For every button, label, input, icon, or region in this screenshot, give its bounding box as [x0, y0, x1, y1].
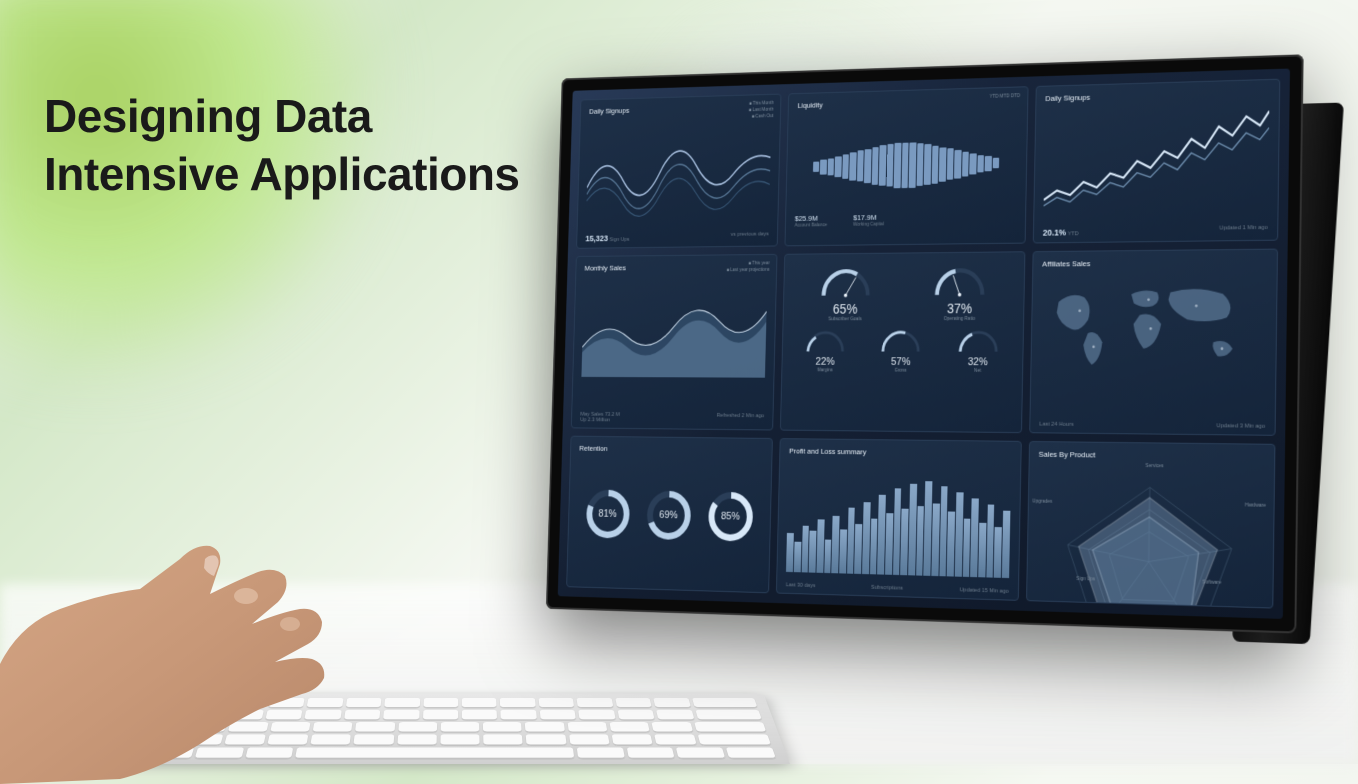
- panel-footer: May Sales 73.2 MUp 2.3 Million Refreshed…: [580, 412, 764, 425]
- panel-legend: YTD MTD DTD: [989, 93, 1020, 101]
- gauge-subscriber: 65% Subscriber Goals: [810, 265, 881, 322]
- panel-daily-signups-trend: Daily Signups 20.1% YTD Updated 1 Min ag…: [1033, 79, 1281, 244]
- panel-profit-loss: Profit and Loss summary Last 30 days Sub…: [776, 438, 1022, 601]
- panel-footer: 15,323 Sign Ups vs previous days: [585, 231, 768, 243]
- gauge-margins: 22% Margins: [799, 328, 852, 374]
- panel-title: Retention: [579, 444, 763, 455]
- panel-title: Daily Signups: [1045, 88, 1269, 103]
- panel-title: Liquidity: [797, 95, 1018, 110]
- page-title: Designing Data Intensive Applications: [44, 88, 520, 203]
- panel-monthly-sales: Monthly Sales ■ This year ■ Last year pr…: [571, 254, 778, 431]
- panel-liquidity: Liquidity YTD MTD DTD $25.9MAccount Bala…: [785, 86, 1029, 246]
- panel-title: Daily Signups: [589, 102, 772, 115]
- panel-retention: Retention 81% 69% 85%: [566, 436, 773, 593]
- line-chart: [1043, 102, 1269, 221]
- bar-chart: [786, 462, 1011, 578]
- kpi-row: $25.9MAccount Balance $17.9MWorking Capi…: [795, 211, 1016, 228]
- panel-footer: Last 24 Hours Updated 3 Min ago: [1039, 422, 1265, 430]
- panel-gauges: 65% Subscriber Goals 37% Operating Ratio: [780, 251, 1025, 433]
- donut-3: 85%: [706, 490, 755, 544]
- donut-1: 81%: [584, 488, 632, 541]
- gauge-grid: 65% Subscriber Goals 37% Operating Ratio: [791, 260, 1015, 374]
- gauge-net: 32% Net: [951, 327, 1006, 373]
- title-line-1: Designing Data: [44, 90, 372, 142]
- hand-illustration: [0, 464, 380, 784]
- panel-title: Affiliates Sales: [1042, 257, 1267, 268]
- panel-legend: ■ This year ■ Last year projections: [726, 260, 769, 273]
- dashboard-screen: Daily Signups ■ This Month ■ Last Month …: [558, 69, 1290, 619]
- tablet-device: Daily Signups ■ This Month ■ Last Month …: [546, 54, 1304, 633]
- bar-chart: [795, 110, 1018, 218]
- panel-title: Profit and Loss summary: [789, 447, 1011, 459]
- donut-2: 69%: [644, 489, 692, 542]
- title-line-2: Intensive Applications: [44, 148, 520, 200]
- world-map: [1040, 273, 1268, 415]
- gauge-operating: 37% Operating Ratio: [923, 264, 996, 322]
- panel-footer: 20.1% YTD Updated 1 Min ago: [1043, 225, 1268, 238]
- area-chart: [581, 275, 768, 409]
- radar-chart: Services Hardware Software Sign Ups Upgr…: [1036, 464, 1264, 585]
- panel-title: Sales By Product: [1039, 450, 1265, 462]
- panel-affiliates: Affiliates Sales: [1029, 248, 1278, 436]
- tablet-bezel: Daily Signups ■ This Month ■ Last Month …: [546, 54, 1304, 633]
- panel-footer: Last 30 days Subscriptions Updated 15 Mi…: [786, 582, 1009, 594]
- panel-sales-product: Sales By Product Services Hardware: [1026, 441, 1276, 608]
- panel-daily-signups: Daily Signups ■ This Month ■ Last Month …: [576, 94, 781, 249]
- line-chart: [586, 117, 772, 227]
- donut-row: 81% 69% 85%: [576, 459, 763, 573]
- gauge-gross: 57% Gross: [874, 327, 928, 373]
